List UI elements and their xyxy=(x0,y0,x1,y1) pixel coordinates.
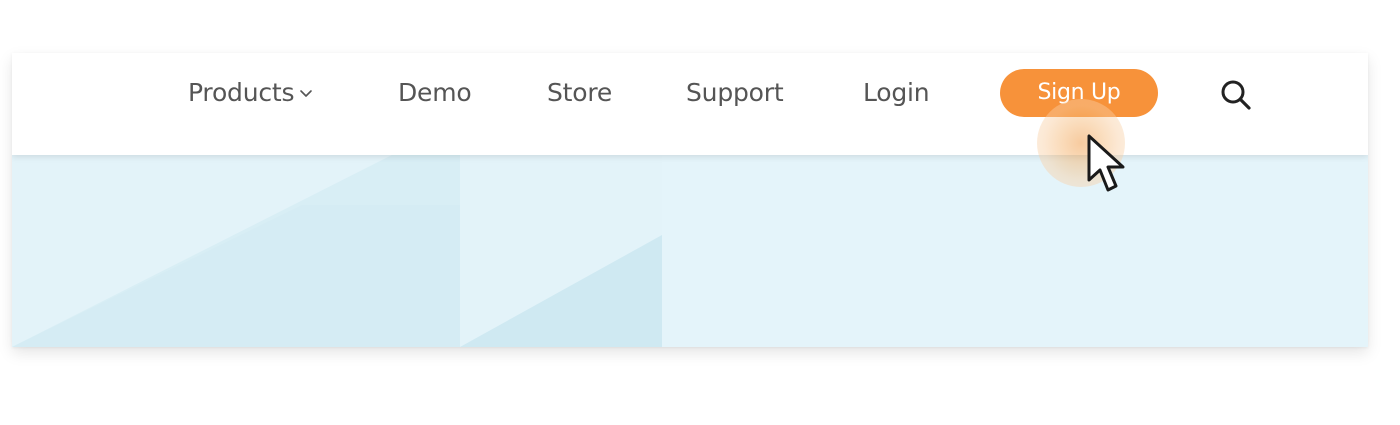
hero-banner xyxy=(12,155,1368,347)
nav-demo[interactable]: Demo xyxy=(398,77,472,109)
nav-store[interactable]: Store xyxy=(547,77,612,109)
nav-support[interactable]: Support xyxy=(686,77,784,109)
nav-login[interactable]: Login xyxy=(863,77,930,109)
search-icon[interactable] xyxy=(1218,77,1254,113)
mouse-pointer-icon xyxy=(1087,134,1125,192)
top-navigation-bar: Products Demo Store Support Login Sign U… xyxy=(12,53,1368,155)
hero-background-shapes xyxy=(12,155,1368,347)
nav-products[interactable]: Products xyxy=(188,77,313,109)
chevron-down-icon xyxy=(300,90,313,97)
nav-products-label: Products xyxy=(188,78,295,107)
browser-page: Products Demo Store Support Login Sign U… xyxy=(12,53,1368,347)
